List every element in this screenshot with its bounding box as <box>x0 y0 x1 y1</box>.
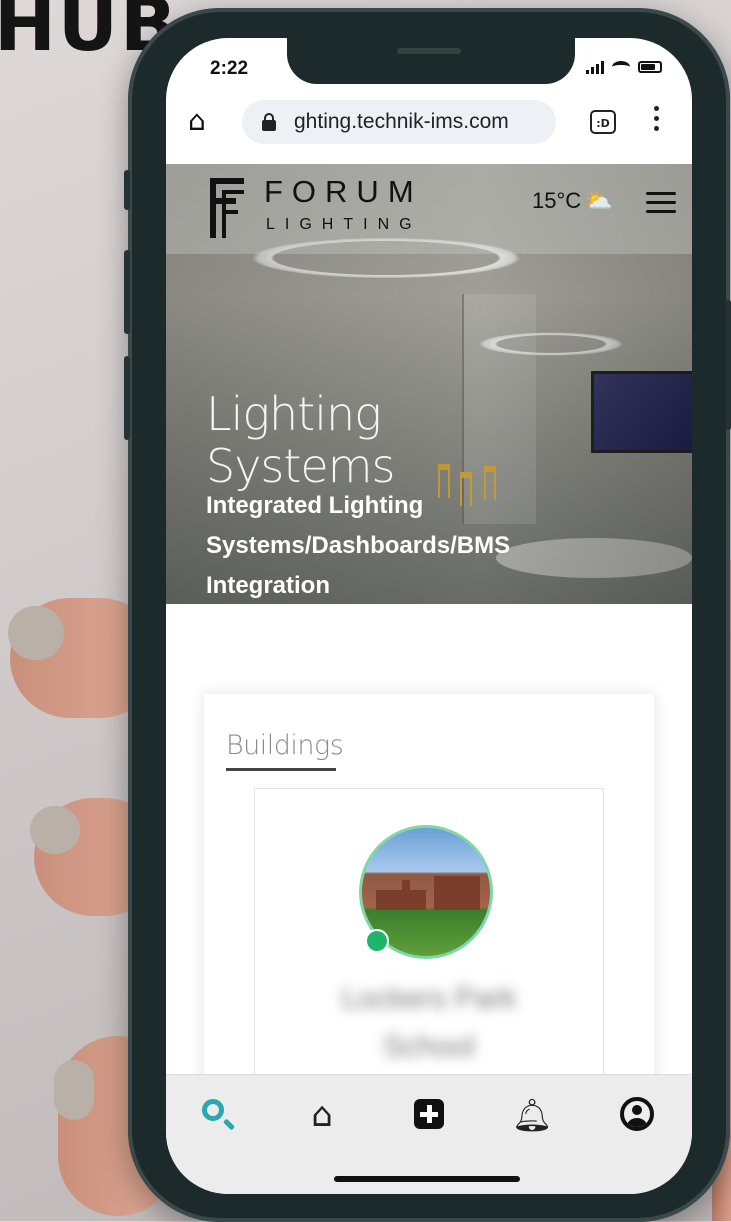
partly-cloudy-icon: ⛅ <box>585 188 613 213</box>
section-title-underline <box>226 768 336 771</box>
more-vert-icon[interactable] <box>652 106 660 136</box>
phone-side-button <box>124 170 130 210</box>
url-text: ghting.technik-ims.com <box>294 110 509 133</box>
online-status-indicator <box>365 929 389 953</box>
battery-icon <box>638 61 662 73</box>
home-icon[interactable]: ⌂ <box>188 106 218 136</box>
tab-add[interactable] <box>406 1093 450 1137</box>
signal-icon <box>586 60 604 74</box>
phone-screen: 2:22 ⌂ ghting.technik-ims.com :D FORUM L… <box>166 38 692 1194</box>
temperature: 15°C <box>532 188 582 213</box>
home-icon: ⌂ <box>311 1095 333 1135</box>
tab-home[interactable]: ⌂ <box>300 1093 344 1137</box>
earpiece-speaker <box>397 48 461 54</box>
site-header <box>166 164 692 254</box>
status-time: 2:22 <box>210 58 249 79</box>
hero-title: Lighting Systems <box>206 387 396 493</box>
brand-tagline: LIGHTING <box>266 216 422 233</box>
logo-mark-icon <box>210 178 244 238</box>
tabs-icon[interactable]: :D <box>590 110 616 134</box>
address-bar[interactable]: ghting.technik-ims.com <box>242 100 556 144</box>
fingernail-bottom <box>54 1060 94 1120</box>
phone-volume-down <box>124 356 130 440</box>
building-name: Lockers Park School <box>341 982 517 1063</box>
search-icon <box>202 1099 224 1121</box>
section-title: Buildings <box>226 730 344 761</box>
home-indicator[interactable] <box>334 1176 520 1182</box>
main-content: Buildings Lockers Park School <box>166 604 692 1170</box>
browser-toolbar: ⌂ ghting.technik-ims.com :D <box>166 96 692 154</box>
add-icon <box>414 1099 444 1129</box>
status-icons <box>586 60 662 74</box>
fingernail-top <box>8 606 64 660</box>
fingernail-middle <box>30 806 80 854</box>
tab-search[interactable] <box>196 1093 240 1137</box>
wifi-icon <box>612 61 630 73</box>
bell-icon: 🔔︎ <box>511 1096 553 1134</box>
phone-notch <box>287 38 575 84</box>
user-icon <box>620 1097 654 1131</box>
lock-icon <box>262 113 276 131</box>
brand-name: FORUM <box>264 174 423 209</box>
menu-icon[interactable] <box>646 192 676 214</box>
phone-volume-up <box>124 250 130 334</box>
weather-widget: 15°C ⛅ <box>532 188 613 214</box>
tab-notifications[interactable]: 🔔︎ <box>510 1093 554 1137</box>
phone-power-button <box>726 300 731 430</box>
hero-subtitle: Integrated Lighting Systems/Dashboards/B… <box>206 492 511 599</box>
tab-profile[interactable] <box>614 1093 658 1137</box>
